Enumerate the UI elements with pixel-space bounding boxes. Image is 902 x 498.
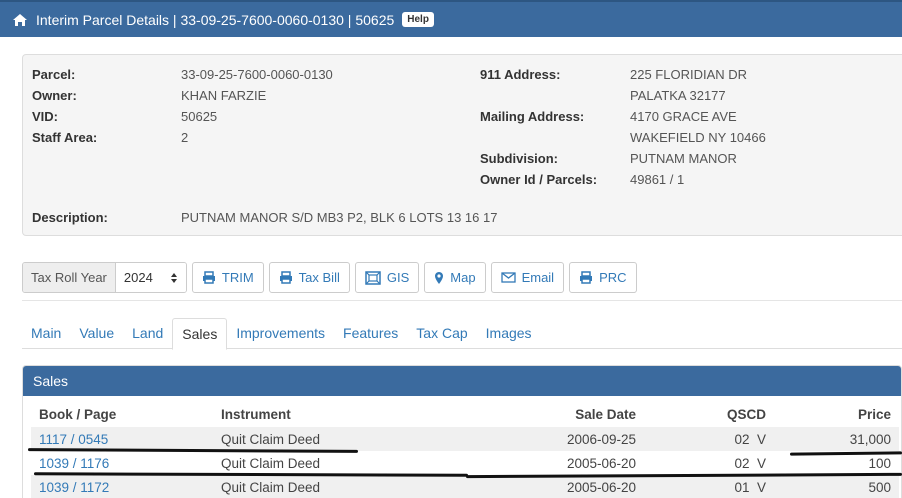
address-911-label: 911 Address: (480, 67, 561, 82)
sales-panel: Sales Book / Page Instrument Sale Date Q… (22, 365, 902, 498)
detail-tabs: Main Value Land Sales Improvements Featu… (22, 318, 902, 350)
map-frame-icon (365, 270, 381, 285)
mailing-address-line1: 4170 GRACE AVE (630, 109, 737, 124)
tab-improvements[interactable]: Improvements (227, 318, 334, 348)
sale-date-cell: 2005-06-20 (566, 455, 636, 471)
tab-tax-cap[interactable]: Tax Cap (407, 318, 476, 348)
staff-area-value: 2 (181, 130, 189, 145)
book-page-link[interactable]: 1039 / 1172 (39, 480, 109, 495)
map-label: Map (450, 270, 476, 285)
tax-bill-button[interactable]: Tax Bill (268, 262, 350, 293)
col-price: Price (857, 407, 891, 422)
description-label: Description: (32, 210, 108, 225)
tax-roll-year-select[interactable]: 2024 (115, 263, 186, 292)
tax-roll-year-label: Tax Roll Year (23, 263, 116, 292)
owner-id-label: Owner Id / Parcels: (480, 172, 598, 187)
printer-icon (580, 271, 593, 284)
instrument-cell: Quit Claim Deed (221, 455, 321, 471)
instrument-cell: Quit Claim Deed (221, 427, 461, 451)
book-page-link[interactable]: 1117 / 0545 (39, 432, 108, 447)
price-cell: 500 (766, 475, 899, 498)
printer-icon (202, 271, 215, 284)
address-911-line2: PALATKA 32177 (630, 88, 726, 103)
col-book-page: Book / Page (39, 407, 117, 422)
tab-land[interactable]: Land (123, 318, 172, 348)
col-instrument: Instrument (221, 407, 291, 422)
owner-label: Owner: (32, 88, 77, 103)
tab-sales[interactable]: Sales (172, 318, 228, 350)
address-911-line1: 225 FLORIDIAN DR (630, 67, 748, 82)
email-label: Email (521, 270, 555, 285)
tab-features[interactable]: Features (334, 318, 407, 348)
qscd-cell: 02 V (636, 427, 766, 451)
tab-main[interactable]: Main (22, 318, 70, 348)
owner-value: KHAN FARZIE (181, 88, 267, 103)
table-row: 1039 / 1176 Quit Claim Deed 2005-06-20 0… (31, 451, 899, 475)
map-marker-icon (435, 271, 444, 284)
subdivision-label: Subdivision: (480, 151, 558, 166)
trim-label: TRIM (221, 270, 254, 285)
table-row: 1039 / 1172 Quit Claim Deed 2005-06-20 0… (31, 475, 899, 498)
tab-images[interactable]: Images (477, 318, 541, 348)
map-button[interactable]: Map (424, 262, 486, 293)
mailing-address-line2: WAKEFIELD NY 10466 (630, 130, 766, 145)
help-button[interactable]: Help (402, 12, 434, 27)
vid-label: VID: (32, 109, 58, 124)
staff-area-label: Staff Area: (32, 130, 98, 145)
sales-table-header: Book / Page Instrument Sale Date QSCD Pr… (31, 396, 899, 427)
instrument-cell: Quit Claim Deed (221, 475, 461, 498)
vid-value: 50625 (181, 109, 218, 124)
tab-value[interactable]: Value (70, 318, 123, 348)
page-title: Interim Parcel Details | 33-09-25-7600-0… (36, 11, 395, 28)
sort-arrows-icon (170, 272, 177, 283)
prc-button[interactable]: PRC (569, 262, 637, 293)
prc-label: PRC (599, 270, 627, 285)
gis-button[interactable]: GIS (354, 262, 420, 293)
qscd-cell: 02 V (734, 455, 766, 471)
tax-bill-label: Tax Bill (298, 270, 340, 285)
price-cell: 31,000 (766, 427, 899, 451)
sales-table: Book / Page Instrument Sale Date QSCD Pr… (31, 396, 899, 498)
parcel-value: 33-09-25-7600-0060-0130 (181, 67, 333, 82)
table-row: 1117 / 0545 Quit Claim Deed 2006-09-25 0… (31, 427, 899, 451)
envelope-icon (500, 272, 516, 283)
trim-button[interactable]: TRIM (191, 262, 264, 293)
sale-date-cell: 2006-09-25 (461, 427, 636, 451)
divider (22, 300, 902, 301)
email-button[interactable]: Email (490, 262, 565, 293)
parcel-info-panel: Parcel: 33-09-25-7600-0060-0130 Owner: K… (22, 54, 902, 236)
sales-panel-title: Sales (23, 366, 901, 396)
description-value: PUTNAM MANOR S/D MB3 P2, BLK 6 LOTS 13 1… (181, 210, 498, 225)
printer-icon (279, 271, 292, 284)
gis-label: GIS (386, 270, 410, 285)
qscd-cell: 01 V (636, 475, 766, 498)
parcel-label: Parcel: (32, 67, 76, 82)
mailing-address-label: Mailing Address: (480, 109, 585, 124)
col-sale-date: Sale Date (575, 407, 636, 422)
subdivision-value: PUTNAM MANOR (630, 151, 737, 166)
toolbar: Tax Roll Year 2024 TRIM Tax Bill GIS Map… (22, 262, 637, 293)
page-header: Interim Parcel Details | 33-09-25-7600-0… (0, 0, 902, 37)
col-qscd: QSCD (726, 407, 766, 422)
tax-roll-year-group: Tax Roll Year 2024 (22, 262, 187, 293)
owner-id-value: 49861 / 1 (630, 172, 685, 187)
book-page-link[interactable]: 1039 / 1176 (39, 456, 109, 471)
tax-roll-year-value: 2024 (123, 270, 153, 285)
home-icon[interactable] (12, 12, 28, 28)
sale-date-cell: 2005-06-20 (461, 475, 636, 498)
